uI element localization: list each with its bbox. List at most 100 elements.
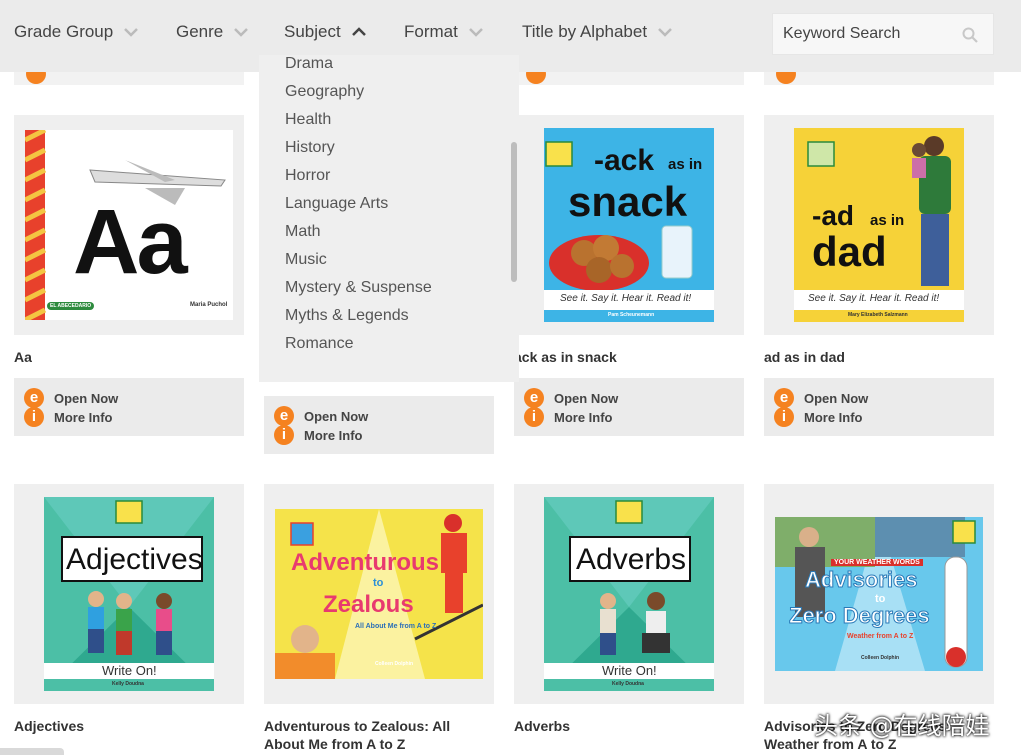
subject-option-health[interactable]: Health — [285, 111, 331, 129]
cover-tagline: See it. Say it. Hear it. Read it! — [808, 293, 940, 304]
open-icon[interactable]: e — [274, 406, 294, 426]
book-cover-frame[interactable]: YOUR WEATHER WORDS Advisories to Zero De… — [764, 484, 994, 704]
book-title[interactable]: ad as in dad — [764, 348, 845, 366]
cover-author: Kelly Doudna — [112, 681, 144, 687]
open-icon[interactable]: e — [24, 388, 44, 408]
cover-author: Mary Elizabeth Salzmann — [848, 312, 908, 318]
cover-subtitle: All About Me from A to Z — [355, 623, 437, 630]
book-cover-frame[interactable]: Adventurous to Zealous All About Me from… — [264, 484, 494, 704]
open-now-link[interactable]: Open Now — [54, 391, 118, 406]
cover-author: Colleen Dolphin — [375, 661, 414, 667]
cover-to: to — [373, 577, 384, 589]
bottom-tab — [0, 748, 64, 755]
subject-option-myths-legends[interactable]: Myths & Legends — [285, 307, 409, 325]
book-cover-frame[interactable]: Aa EL ABECEDARIO Maria Puchol — [14, 115, 244, 335]
subject-option-horror[interactable]: Horror — [285, 167, 330, 185]
subject-option-music[interactable]: Music — [285, 251, 327, 269]
book-title-line2[interactable]: About Me from A to Z — [264, 735, 405, 753]
open-icon[interactable]: e — [524, 388, 544, 408]
book-cover: -ad as in dad See it. Say it. Hear it. R… — [794, 128, 964, 322]
chevron-up-icon — [351, 24, 367, 40]
search-box — [772, 13, 994, 55]
cover-word: dad — [812, 228, 887, 275]
cover-as-in: as in — [870, 212, 905, 229]
cover-word-2: Zero Degrees — [789, 603, 931, 629]
cover-top: YOUR WEATHER WORDS — [831, 559, 923, 566]
search-input[interactable] — [773, 14, 953, 54]
subject-option-history[interactable]: History — [285, 139, 335, 157]
open-now-link[interactable]: Open Now — [304, 409, 368, 424]
filter-label: Format — [404, 22, 458, 41]
filter-title-by-alphabet[interactable]: Title by Alphabet — [522, 22, 673, 42]
book-title[interactable]: Aa — [14, 348, 32, 366]
book-cover-frame[interactable]: -ad as in dad See it. Say it. Hear it. R… — [764, 115, 994, 335]
info-icon[interactable]: i — [524, 407, 544, 427]
book-cover: YOUR WEATHER WORDS Advisories to Zero De… — [775, 517, 983, 671]
cover-author: Pam Scheunemann — [608, 312, 655, 318]
dropdown-scrollbar[interactable] — [511, 142, 517, 282]
more-info-link[interactable]: More Info — [304, 428, 363, 443]
prev-card-stub — [14, 64, 244, 85]
book-actions: e i Open Now More Info — [14, 378, 244, 436]
cover-tagline: Write On! — [102, 663, 157, 678]
subject-option-geography[interactable]: Geography — [285, 83, 364, 101]
filter-subject[interactable]: Subject — [284, 22, 367, 42]
filter-label: Title by Alphabet — [522, 22, 648, 41]
open-now-link[interactable]: Open Now — [804, 391, 868, 406]
cover-tagline: See it. Say it. Hear it. Read it! — [560, 293, 692, 304]
prev-card-stub — [764, 64, 994, 85]
book-title[interactable]: Adverbs — [514, 717, 570, 735]
book-cover-frame[interactable]: Adjectives Write On! Kelly Doudna — [14, 484, 244, 704]
cover-subtitle: Weather from A to Z — [847, 633, 914, 640]
book-cover-frame[interactable]: Adverbs Write On! Kelly Doudna — [514, 484, 744, 704]
book-actions: e i Open Now More Info — [514, 378, 744, 436]
cover-author: Maria Puchol — [190, 302, 228, 308]
chevron-down-icon — [657, 24, 673, 40]
book-title[interactable]: Adventurous to Zealous: All — [264, 717, 450, 735]
info-icon[interactable]: i — [774, 407, 794, 427]
book-title[interactable]: Adjectives — [14, 717, 84, 735]
cover-word-2: Zealous — [323, 591, 414, 618]
info-icon[interactable]: i — [24, 407, 44, 427]
filter-label: Subject — [284, 22, 341, 41]
cover-word: Adverbs — [576, 543, 687, 576]
filter-format[interactable]: Format — [404, 22, 484, 42]
cover-big-text: Aa — [73, 191, 188, 293]
cover-badge: EL ABECEDARIO — [47, 302, 95, 310]
book-cover: Adventurous to Zealous All About Me from… — [275, 509, 483, 679]
filter-genre[interactable]: Genre — [176, 22, 249, 42]
book-cover: Adverbs Write On! Kelly Doudna — [544, 497, 714, 691]
book-cover: Adjectives Write On! Kelly Doudna — [44, 497, 214, 691]
chevron-down-icon — [233, 24, 249, 40]
cover-word: Adjectives — [66, 543, 203, 576]
book-cover: Aa EL ABECEDARIO Maria Puchol — [25, 130, 233, 320]
subject-option-drama[interactable]: Drama — [285, 55, 333, 73]
cover-line1: -ack — [594, 144, 655, 177]
cover-art — [44, 497, 214, 691]
filter-label: Genre — [176, 22, 224, 41]
subject-option-language-arts[interactable]: Language Arts — [285, 195, 388, 213]
open-now-link[interactable]: Open Now — [554, 391, 618, 406]
subject-dropdown: Drama Geography Health History Horror La… — [259, 55, 519, 382]
chevron-down-icon — [123, 24, 139, 40]
cover-author: Colleen Dolphin — [861, 655, 900, 661]
subject-option-mystery-suspense[interactable]: Mystery & Suspense — [285, 279, 432, 297]
more-info-link[interactable]: More Info — [54, 410, 113, 425]
cover-tagline: Write On! — [602, 663, 657, 678]
search-icon[interactable] — [961, 26, 979, 44]
book-actions: e i Open Now More Info — [764, 378, 994, 436]
open-icon[interactable]: e — [774, 388, 794, 408]
filter-label: Grade Group — [14, 22, 114, 41]
info-icon[interactable]: i — [274, 425, 294, 445]
book-title[interactable]: ack as in snack — [514, 348, 617, 366]
watermark: 头条 @在线陪娃 — [814, 712, 990, 740]
more-info-link[interactable]: More Info — [804, 410, 863, 425]
subject-option-math[interactable]: Math — [285, 223, 321, 241]
subject-option-romance[interactable]: Romance — [285, 335, 353, 353]
cover-word-1: Adventurous — [291, 549, 440, 576]
cover-as-in: as in — [668, 156, 703, 173]
filter-grade-group[interactable]: Grade Group — [14, 22, 139, 42]
more-info-link[interactable]: More Info — [554, 410, 613, 425]
cover-word-1: Advisories — [805, 567, 918, 593]
book-cover-frame[interactable]: -ack as in snack See it. Say it. Hear it… — [514, 115, 744, 335]
